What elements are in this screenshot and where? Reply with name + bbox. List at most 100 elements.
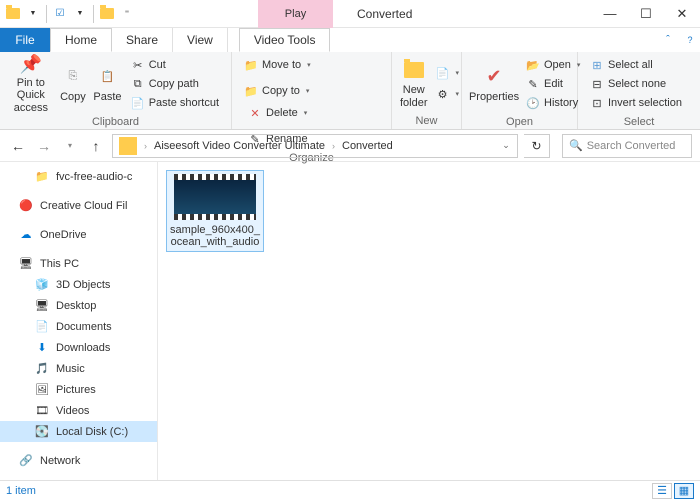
copy-button[interactable]: ⎘ Copy — [56, 55, 90, 113]
nav-item-downloads[interactable]: ⬇Downloads — [0, 337, 157, 358]
maximize-button[interactable]: ☐ — [628, 0, 664, 28]
group-label: Clipboard — [0, 116, 231, 130]
nav-label: Videos — [56, 405, 89, 417]
folder-icon[interactable] — [4, 3, 22, 25]
invert-selection-button[interactable]: ⊡Invert selection — [586, 94, 686, 112]
nav-item-fvc-free-audio-c[interactable]: 📁fvc-free-audio-c — [0, 166, 157, 187]
disk-icon: 💽 — [34, 425, 50, 439]
nav-item-network[interactable]: 🔗 Network — [0, 450, 157, 471]
tab-view[interactable]: View — [173, 28, 228, 52]
paste-button[interactable]: 📋 Paste — [90, 55, 124, 113]
videos-icon: 🎞 — [34, 404, 50, 418]
refresh-button[interactable]: ↻ — [524, 134, 550, 158]
view-buttons: ☰ ▦ — [652, 483, 694, 499]
network-icon: 🔗 — [18, 454, 34, 468]
history-icon: 🕑 — [526, 96, 540, 110]
new-item-button[interactable]: 📄▾ — [432, 64, 464, 82]
back-button[interactable]: ← — [8, 136, 28, 156]
easy-access-icon: ⚙ — [436, 87, 450, 101]
edit-button[interactable]: ✎Edit — [522, 75, 584, 93]
nav-label: Desktop — [56, 300, 96, 312]
nav-item-pictures[interactable]: 🖼Pictures — [0, 379, 157, 400]
close-button[interactable]: ✕ — [664, 0, 700, 28]
pin-to-quick-access-button[interactable]: 📌 Pin to Quick access — [6, 55, 56, 113]
overflow-icon[interactable]: ⁼ — [118, 3, 136, 25]
nav-item-this-pc[interactable]: 🖥 This PC — [0, 253, 157, 274]
nav-item-music[interactable]: 🎵Music — [0, 358, 157, 379]
ribbon: 📌 Pin to Quick access ⎘ Copy 📋 Paste ✂Cu… — [0, 52, 700, 130]
group-select: ⊞Select all ⊟Select none ⊡Invert selecti… — [578, 52, 700, 129]
icons-view-button[interactable]: ▦ — [674, 483, 694, 499]
easy-access-button[interactable]: ⚙▾ — [432, 85, 464, 103]
properties-qat-icon[interactable]: ☑ — [51, 3, 69, 25]
copy-path-button[interactable]: ⧉Copy path — [127, 75, 223, 93]
qat-dropdown-2[interactable]: ▼ — [71, 3, 89, 25]
nav-label: This PC — [40, 258, 79, 270]
select-all-button[interactable]: ⊞Select all — [586, 56, 686, 74]
nav-label: Network — [40, 455, 80, 467]
select-none-button[interactable]: ⊟Select none — [586, 75, 686, 93]
delete-button[interactable]: ✕Delete▾ — [244, 104, 312, 122]
open-button[interactable]: 📂Open▾ — [522, 56, 584, 74]
chevron-right-icon[interactable]: › — [329, 141, 338, 151]
edit-icon: ✎ — [526, 77, 540, 91]
paste-shortcut-button[interactable]: 📄Paste shortcut — [127, 94, 223, 112]
chevron-down-icon: ▾ — [456, 90, 460, 98]
copy-to-icon: 📁 — [244, 84, 258, 98]
file-list[interactable]: sample_960x400_ocean_with_audio — [158, 162, 700, 480]
nav-label: Pictures — [56, 384, 96, 396]
nav-item-creative-cloud-fil[interactable]: 🔴 Creative Cloud Fil — [0, 195, 157, 216]
forward-button[interactable]: → — [34, 136, 54, 156]
qat-dropdown[interactable]: ▼ — [24, 3, 42, 25]
up-button[interactable]: ↑ — [86, 136, 106, 156]
copy-to-button[interactable]: 📁Copy to▾ — [240, 82, 315, 100]
details-view-button[interactable]: ☰ — [652, 483, 672, 499]
help-icon[interactable]: ? — [680, 28, 700, 52]
history-button[interactable]: 🕑History — [522, 94, 584, 112]
group-label: Open — [462, 116, 577, 130]
recent-dropdown[interactable]: ▾ — [60, 136, 80, 156]
nav-item-3d-objects[interactable]: 🧊3D Objects — [0, 274, 157, 295]
divider — [46, 5, 47, 23]
new-item-icon: 📄 — [436, 66, 450, 80]
nav-item-desktop[interactable]: 🖥 Desktop — [0, 295, 157, 316]
path-segment[interactable]: Converted — [338, 135, 397, 157]
nav-item-documents[interactable]: 📄Documents — [0, 316, 157, 337]
desktop-icon: 🖥 — [34, 299, 50, 313]
tab-home[interactable]: Home — [50, 28, 112, 52]
invert-icon: ⊡ — [590, 96, 604, 110]
path-segment[interactable]: Aiseesoft Video Converter Ultimate — [150, 135, 329, 157]
cc-icon: 🔴 — [18, 199, 34, 213]
chevron-down-icon: ▾ — [304, 109, 308, 117]
cut-button[interactable]: ✂Cut — [127, 56, 223, 74]
folder-icon-2[interactable] — [98, 3, 116, 25]
chevron-right-icon[interactable]: › — [141, 141, 150, 151]
address-path[interactable]: › Aiseesoft Video Converter Ultimate › C… — [112, 134, 518, 158]
nav-label: Creative Cloud Fil — [40, 200, 127, 212]
new-folder-button[interactable]: New folder — [398, 55, 430, 113]
tab-file[interactable]: File — [0, 28, 50, 52]
video-thumbnail — [174, 174, 256, 220]
select-all-icon: ⊞ — [590, 58, 604, 72]
nav-item-local-disk-c-[interactable]: 💽 Local Disk (C:) — [0, 421, 157, 442]
pc-icon: 🖥 — [18, 257, 34, 271]
file-item[interactable]: sample_960x400_ocean_with_audio — [166, 170, 264, 252]
move-to-button[interactable]: 📁Move to▾ — [240, 56, 315, 74]
properties-button[interactable]: ✔ Properties — [468, 55, 520, 113]
search-input[interactable]: 🔍 Search Converted — [562, 134, 692, 158]
help-button[interactable]: ˆ — [656, 28, 680, 52]
nav-item-videos[interactable]: 🎞 Videos — [0, 400, 157, 421]
window-title: Converted — [357, 7, 412, 21]
path-dropdown[interactable]: ⌄ — [497, 140, 515, 151]
chevron-down-icon: ▾ — [307, 61, 311, 69]
chevron-down-icon: ▾ — [306, 87, 310, 95]
nav-item-onedrive[interactable]: ☁OneDrive — [0, 224, 157, 245]
status-bar: 1 item ☰ ▦ — [0, 480, 700, 500]
ribbon-tabs: File Home Share View Video Tools ˆ ? — [0, 28, 700, 52]
tab-share[interactable]: Share — [112, 28, 173, 52]
minimize-button[interactable]: — — [592, 0, 628, 28]
tab-video-tools[interactable]: Video Tools — [239, 28, 331, 52]
group-label: New — [392, 115, 461, 129]
nav-label: Music — [56, 363, 85, 375]
nav-label: Local Disk (C:) — [56, 426, 128, 438]
